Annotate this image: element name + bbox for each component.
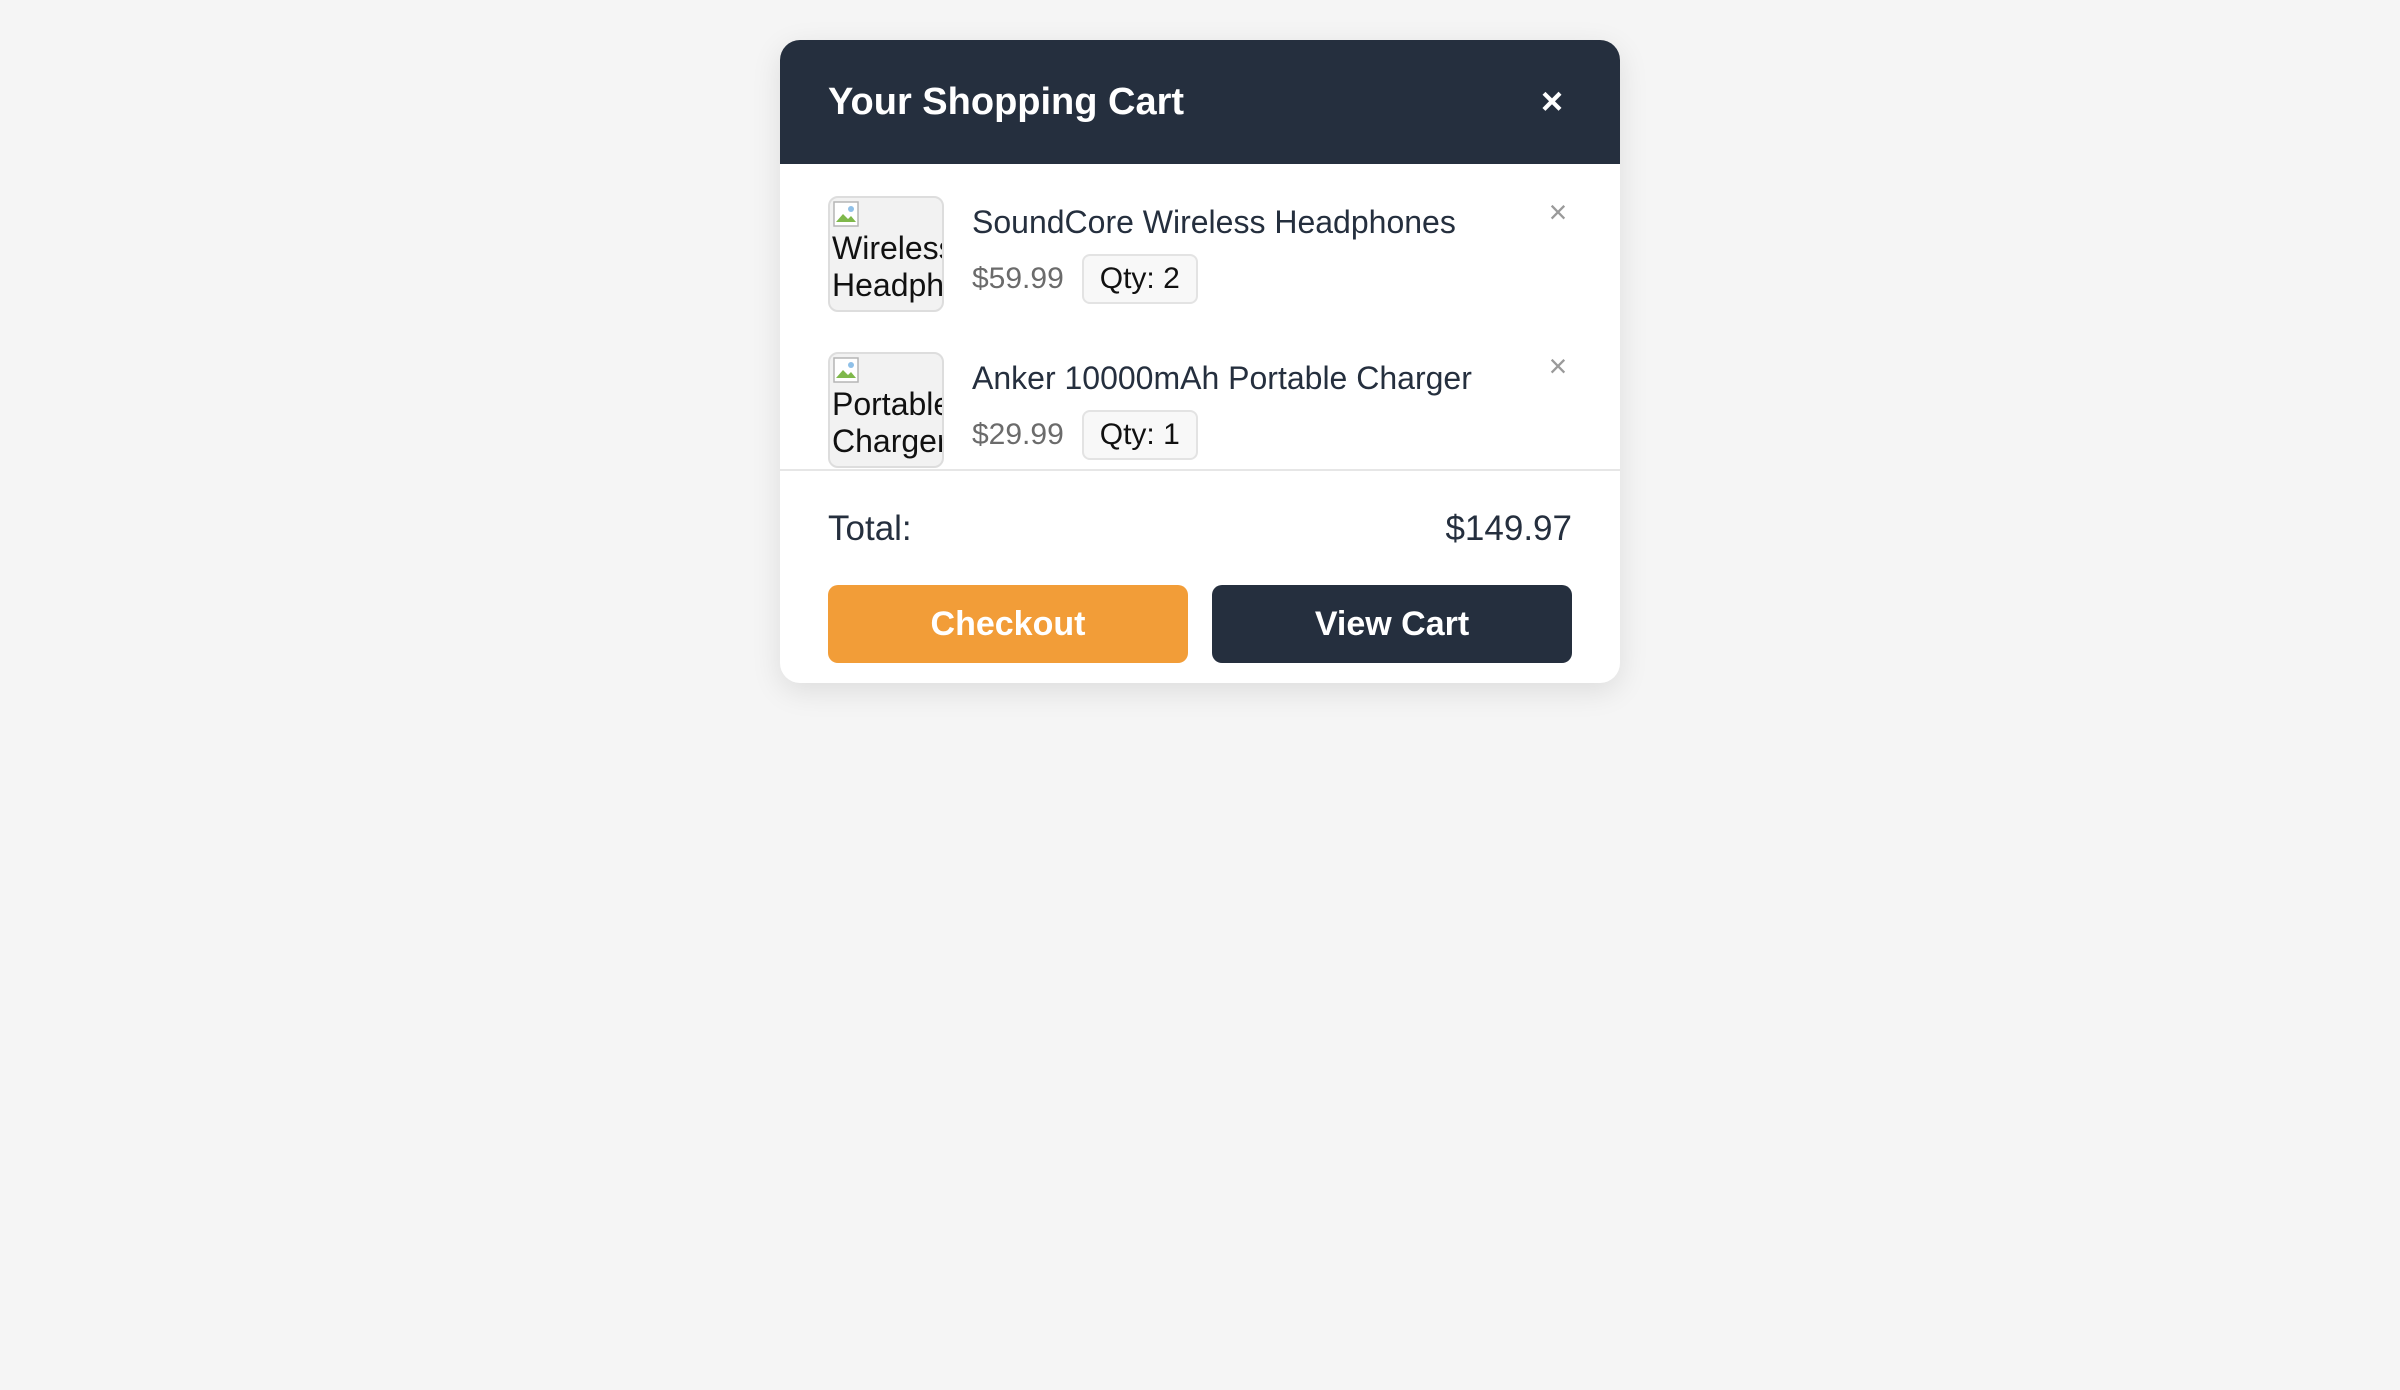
item-name: Anker 10000mAh Portable Charger [972,360,1472,396]
cart-items-list: Wireless Headph SoundCore Wireless Headp… [780,164,1620,471]
cart-footer: Total: $149.97 Checkout View Cart [780,471,1620,663]
broken-image-icon [833,357,859,383]
total-row: Total: $149.97 [828,507,1572,551]
remove-item-icon[interactable]: × [1542,348,1574,384]
item-name: SoundCore Wireless Headphones [972,204,1456,240]
view-cart-button[interactable]: View Cart [1212,585,1572,663]
product-image: Wireless Headph [828,196,944,312]
item-meta: $29.99 Qty: 1 [972,410,1472,460]
shopping-cart-modal: Your Shopping Cart × Wireless Headph Sou… [780,40,1620,683]
item-meta: $59.99 Qty: 2 [972,254,1456,304]
cart-item: Portable Charger Anker 10000mAh Portable… [780,320,1620,468]
image-alt-text: Wireless Headph [832,230,944,304]
checkout-button[interactable]: Checkout [828,585,1188,663]
product-image: Portable Charger [828,352,944,468]
image-alt-line: Charger [832,423,944,459]
cart-actions: Checkout View Cart [828,585,1572,663]
image-alt-text: Portable Charger [832,386,944,460]
image-alt-line: Headph [832,267,944,303]
item-price: $29.99 [972,418,1064,451]
cart-title: Your Shopping Cart [828,80,1185,123]
total-value: $149.97 [1445,509,1572,548]
total-label: Total: [828,509,912,548]
image-alt-line: Wireless [832,230,944,266]
broken-image-icon [833,201,859,227]
remove-item-icon[interactable]: × [1542,194,1574,230]
cart-header: Your Shopping Cart × [780,40,1620,164]
item-info: Anker 10000mAh Portable Charger $29.99 Q… [972,352,1472,460]
cart-item: Wireless Headph SoundCore Wireless Headp… [780,164,1620,320]
item-quantity-badge: Qty: 2 [1081,254,1198,304]
item-price: $59.99 [972,262,1064,295]
image-alt-line: Portable [832,386,944,422]
item-quantity-badge: Qty: 1 [1081,410,1198,460]
close-icon[interactable]: × [1532,81,1572,123]
item-info: SoundCore Wireless Headphones $59.99 Qty… [972,196,1456,304]
